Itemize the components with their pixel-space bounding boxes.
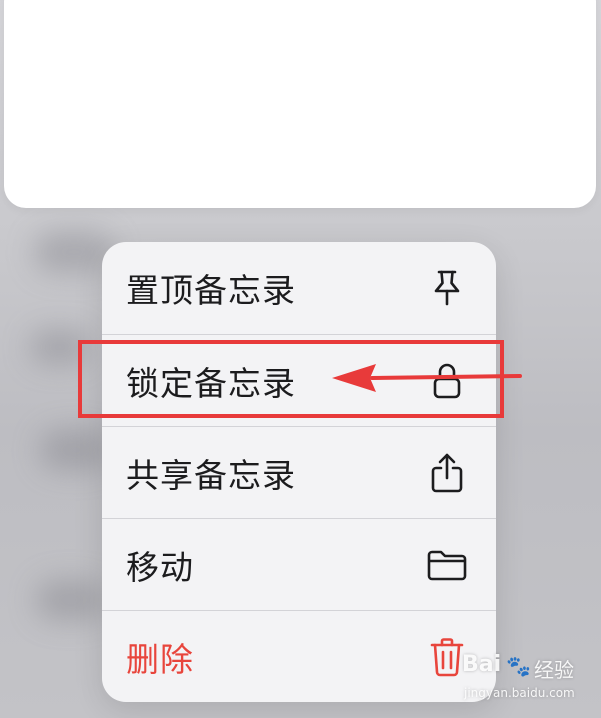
baidu-jingyan-watermark: Bai 🐾 经验 jingyan.baidu.com xyxy=(462,652,592,708)
folder-icon xyxy=(424,542,470,588)
share-note-menu-item[interactable]: 共享备忘录 xyxy=(102,427,496,519)
menu-item-label: 置顶备忘录 xyxy=(126,271,296,310)
blurred-content xyxy=(36,580,106,620)
move-note-menu-item[interactable]: 移动 xyxy=(102,519,496,611)
watermark-url: jingyan.baidu.com xyxy=(464,686,575,700)
share-icon xyxy=(424,450,470,496)
pin-icon xyxy=(424,265,470,311)
menu-item-label: 移动 xyxy=(126,548,194,587)
menu-item-label: 删除 xyxy=(126,640,194,679)
note-preview-card[interactable] xyxy=(4,0,596,208)
delete-note-menu-item[interactable]: 删除 xyxy=(102,611,496,702)
watermark-brand-cn: 经验 xyxy=(534,658,574,682)
blurred-content xyxy=(40,430,110,470)
paw-icon: 🐾 xyxy=(506,654,531,678)
menu-item-label: 共享备忘录 xyxy=(126,456,296,495)
watermark-brand: Bai xyxy=(462,652,502,677)
context-menu: 置顶备忘录 锁定备忘录 共享备忘录 移动 删除 xyxy=(102,242,496,702)
annotation-arrow xyxy=(332,364,522,392)
pin-note-menu-item[interactable]: 置顶备忘录 xyxy=(102,242,496,334)
